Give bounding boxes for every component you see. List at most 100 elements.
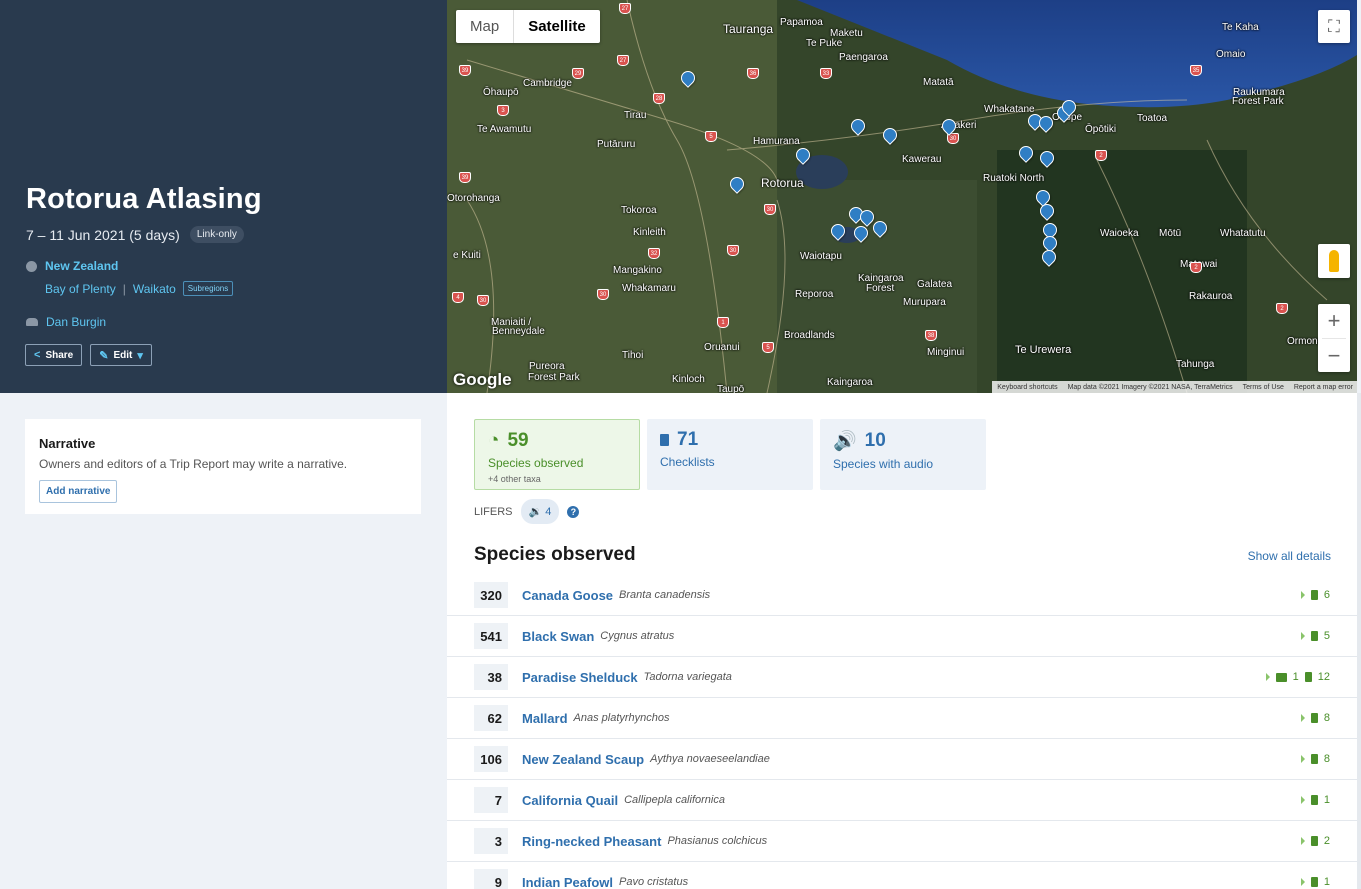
trip-map[interactable]: Tauranga Papamoa Maketu Te Puke Paengaro… — [447, 0, 1357, 393]
species-common-name[interactable]: Canada Goose — [522, 588, 613, 603]
species-scientific-name: Tadorna variegata — [643, 671, 732, 683]
visibility-badge: Link-only — [189, 226, 244, 243]
show-all-details-link[interactable]: Show all details — [1248, 549, 1331, 563]
lifers-pill[interactable]: 🔉 4 — [520, 499, 560, 524]
audio-label: Species with audio — [833, 457, 934, 471]
species-scientific-name: Callipepla californica — [624, 794, 725, 806]
road-shield: 5 — [762, 342, 774, 353]
species-media[interactable]: 2 — [1300, 835, 1330, 847]
lifers-count: 4 — [545, 506, 552, 518]
species-media[interactable]: 1 — [1300, 794, 1330, 806]
species-scientific-name: Cygnus atratus — [600, 630, 675, 642]
satellite-tab[interactable]: Satellite — [513, 10, 600, 43]
add-narrative-button[interactable]: Add narrative — [39, 480, 118, 503]
trip-title: Rotorua Atlasing — [26, 183, 262, 215]
country-link[interactable]: New Zealand — [45, 259, 118, 273]
region-link-bay-of-plenty[interactable]: Bay of Plenty — [45, 282, 116, 296]
stat-checklists[interactable]: 71 Checklists — [647, 419, 813, 490]
road-shield: 2 — [1276, 303, 1288, 314]
species-common-name[interactable]: Black Swan — [522, 629, 594, 644]
subregions-badge[interactable]: Subregions — [182, 281, 234, 296]
road-shield: 39 — [459, 65, 471, 76]
species-media[interactable]: 1 — [1300, 876, 1330, 888]
road-shield: 27 — [619, 3, 631, 14]
trip-main: ◔ 59 Species observed +4 other taxa 71 C… — [447, 393, 1357, 889]
species-row[interactable]: 62 Mallard Anas platyrhynchos 8 — [447, 698, 1357, 739]
checklist-count: 1 — [1323, 876, 1330, 888]
species-common-name[interactable]: Ring-necked Pheasant — [522, 834, 661, 849]
species-count: 541 — [474, 623, 508, 649]
audio-icon: 🔊 — [833, 431, 857, 452]
zoom-in-button[interactable]: + — [1328, 304, 1341, 338]
fullscreen-button[interactable]: ⛶ — [1318, 10, 1350, 43]
keyboard-shortcuts-link[interactable]: Keyboard shortcuts — [997, 384, 1057, 391]
stat-species-observed[interactable]: ◔ 59 Species observed +4 other taxa — [474, 419, 640, 490]
checklist-icon — [1310, 795, 1318, 805]
species-media[interactable]: 8 — [1300, 753, 1330, 765]
road-shield: 27 — [617, 55, 629, 66]
expand-icon — [1300, 632, 1305, 640]
audio-count: 10 — [864, 430, 886, 451]
trip-owner: Dan Burgin — [26, 315, 106, 329]
trip-actions: < Share ✎ Edit ▾ — [25, 344, 152, 366]
region-link-waikato[interactable]: Waikato — [133, 282, 176, 296]
map-attribution: Keyboard shortcuts Map data ©2021 Imager… — [992, 381, 1357, 393]
owner-link[interactable]: Dan Burgin — [46, 315, 106, 329]
species-row[interactable]: 7 California Quail Callipepla californic… — [447, 780, 1357, 821]
share-icon: < — [34, 349, 41, 361]
terms-link[interactable]: Terms of Use — [1243, 384, 1284, 391]
species-row[interactable]: 541 Black Swan Cygnus atratus 5 — [447, 616, 1357, 657]
road-shield: 2 — [1095, 150, 1107, 161]
expand-icon — [1300, 837, 1305, 845]
species-heading: Species observed — [474, 544, 636, 565]
edit-button[interactable]: ✎ Edit ▾ — [90, 344, 152, 366]
report-error-link[interactable]: Report a map error — [1294, 384, 1353, 391]
checklist-icon — [1310, 590, 1318, 600]
road-shield: 28 — [653, 93, 665, 104]
species-media[interactable]: 6 — [1300, 589, 1330, 601]
species-row[interactable]: 320 Canada Goose Branta canadensis 6 — [447, 575, 1357, 616]
species-row[interactable]: 9 Indian Peafowl Pavo cristatus 1 — [447, 862, 1357, 889]
species-row[interactable]: 3 Ring-necked Pheasant Phasianus colchic… — [447, 821, 1357, 862]
map-tab[interactable]: Map — [456, 10, 513, 43]
expand-icon — [1300, 755, 1305, 763]
species-row[interactable]: 38 Paradise Shelduck Tadorna variegata 1… — [447, 657, 1357, 698]
checklist-count: 6 — [1323, 589, 1330, 601]
species-scientific-name: Anas platyrhynchos — [573, 712, 670, 724]
species-common-name[interactable]: Mallard — [522, 711, 568, 726]
species-list: 320 Canada Goose Branta canadensis 6 541… — [447, 575, 1357, 889]
species-media[interactable]: 1 12 — [1265, 671, 1330, 683]
species-icon: ◔ — [488, 430, 500, 451]
species-common-name[interactable]: New Zealand Scaup — [522, 752, 644, 767]
street-view-button[interactable] — [1318, 244, 1350, 278]
narrative-title: Narrative — [39, 436, 96, 451]
expand-icon — [1300, 591, 1305, 599]
road-shield: 36 — [747, 68, 759, 79]
species-common-name[interactable]: California Quail — [522, 793, 618, 808]
region-separator: | — [122, 281, 126, 296]
audio-icon: 🔉 — [528, 506, 543, 518]
road-shield: 35 — [1190, 65, 1202, 76]
expand-icon — [1300, 714, 1305, 722]
checklist-count: 8 — [1323, 712, 1330, 724]
species-media[interactable]: 8 — [1300, 712, 1330, 724]
expand-icon — [1300, 796, 1305, 804]
fullscreen-icon: ⛶ — [1328, 16, 1340, 36]
help-icon[interactable]: ? — [567, 505, 580, 518]
expand-icon — [1265, 673, 1270, 681]
zoom-out-button[interactable]: − — [1322, 338, 1346, 372]
species-common-name[interactable]: Indian Peafowl — [522, 875, 613, 889]
species-common-name[interactable]: Paradise Shelduck — [522, 670, 638, 685]
stat-audio[interactable]: 🔊 10 Species with audio — [820, 419, 986, 490]
road-shield: 38 — [925, 330, 937, 341]
page-scrollbar[interactable] — [1357, 393, 1361, 889]
narrative-card: Narrative Owners and editors of a Trip R… — [25, 419, 421, 514]
checklist-count: 1 — [1323, 794, 1330, 806]
checklist-count: 12 — [1317, 671, 1330, 683]
narrative-text: Owners and editors of a Trip Report may … — [39, 457, 348, 471]
species-row[interactable]: 106 New Zealand Scaup Aythya novaeseelan… — [447, 739, 1357, 780]
species-media[interactable]: 5 — [1300, 630, 1330, 642]
share-button[interactable]: < Share — [25, 344, 83, 366]
species-scientific-name: Aythya novaeseelandiae — [650, 753, 770, 765]
expand-icon — [1300, 878, 1305, 886]
